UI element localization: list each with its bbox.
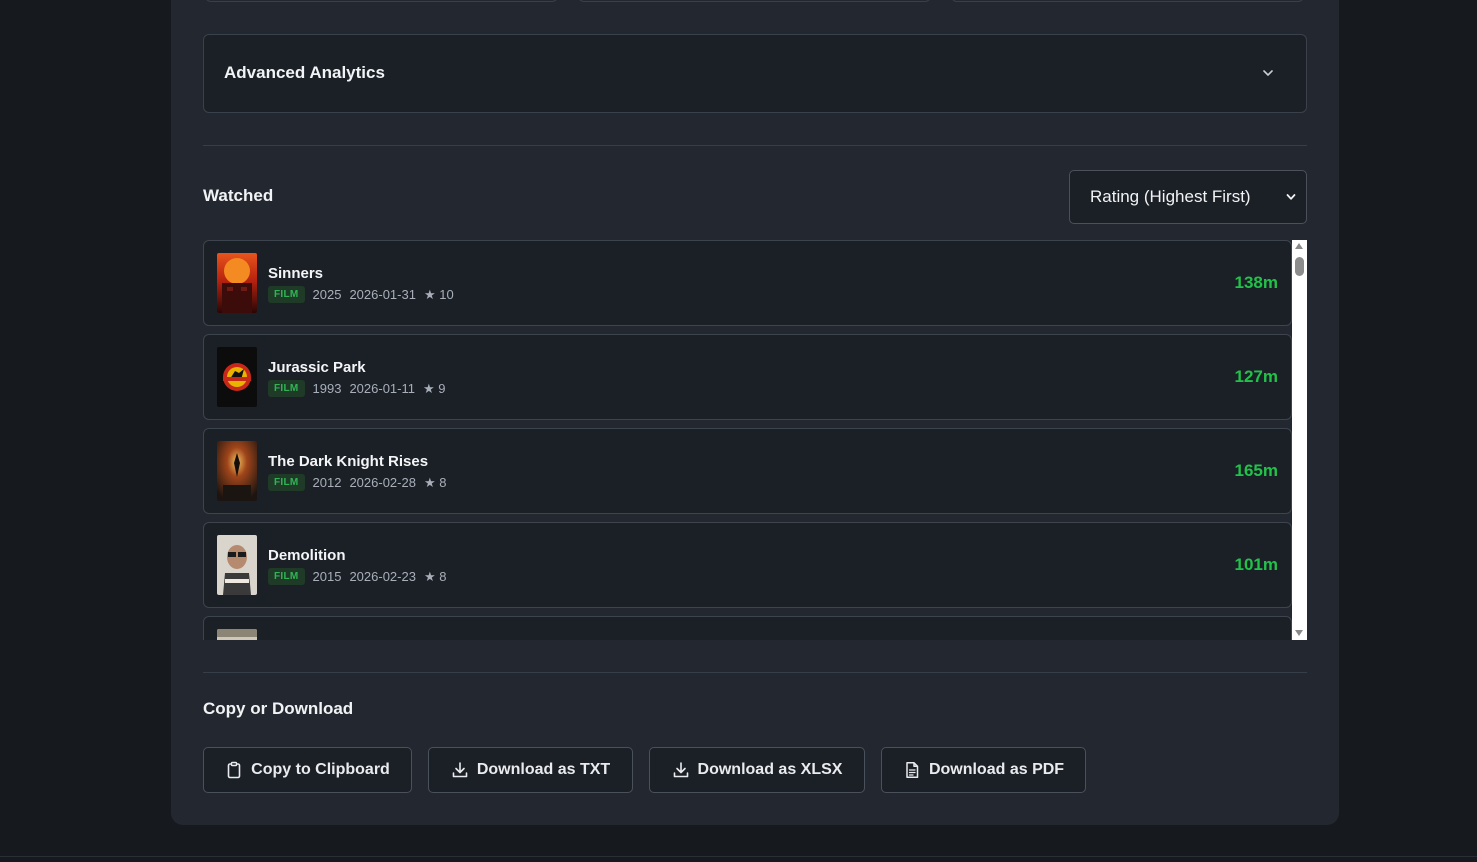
item-duration: 101m: [1234, 555, 1278, 574]
download-xlsx-label: Download as XLSX: [697, 761, 843, 778]
poster-image-demolition: [217, 535, 257, 595]
list-scrollbar[interactable]: [1292, 240, 1307, 640]
type-badge: FILM: [268, 568, 305, 585]
item-duration: 165m: [1234, 461, 1278, 480]
item-title: Demolition: [268, 547, 346, 564]
star-icon: ★: [423, 380, 435, 396]
poster-image: [217, 629, 257, 640]
star-icon: ★: [423, 568, 436, 584]
item-meta: FILM 2025 2026-01-31 ★ 10: [268, 286, 454, 303]
poster-image-sinners: [217, 253, 257, 313]
advanced-analytics-title: Advanced Analytics: [224, 63, 385, 82]
download-icon: [452, 762, 468, 778]
list-item[interactable]: Sinners FILM 2025 2026-01-31 ★ 10 138m: [203, 240, 1292, 326]
item-year: 1993: [312, 381, 342, 396]
top-card-3-edge: [951, 0, 1304, 2]
rating-value: 9: [438, 380, 446, 396]
document-icon: [906, 762, 919, 778]
item-date: 2026-02-23: [349, 569, 416, 584]
star-icon: ★: [423, 286, 436, 302]
download-icon: [673, 762, 688, 778]
item-meta: FILM 1993 2026-01-11 ★ 9: [268, 380, 446, 397]
download-xlsx-button[interactable]: Download as XLSX: [649, 747, 865, 793]
sort-select-value: Rating (Highest First): [1090, 187, 1251, 206]
scroll-up-arrow-icon[interactable]: [1295, 243, 1303, 249]
item-rating: ★ 8: [424, 475, 447, 491]
list-item[interactable]: The Dark Knight Rises FILM 2012 2026-02-…: [203, 428, 1292, 514]
clipboard-icon: [227, 761, 241, 779]
rating-value: 8: [439, 568, 447, 584]
item-date: 2026-01-31: [349, 287, 416, 302]
chevron-down-icon: [1286, 194, 1296, 200]
item-meta: FILM 2015 2026-02-23 ★ 8: [268, 568, 446, 585]
type-badge: FILM: [268, 474, 305, 491]
chevron-down-icon[interactable]: [1260, 65, 1276, 81]
type-badge: FILM: [268, 380, 305, 397]
rating-value: 8: [439, 474, 447, 490]
item-rating: ★ 8: [424, 569, 447, 585]
copy-download-heading: Copy or Download: [203, 699, 354, 718]
item-title: Jurassic Park: [268, 359, 366, 376]
item-year: 2015: [312, 569, 342, 584]
list-item[interactable]: Jurassic Park FILM 1993 2026-01-11 ★ 9 1…: [203, 334, 1292, 420]
download-txt-label: Download as TXT: [476, 761, 611, 778]
poster-image-dark-knight-rises: [217, 441, 257, 501]
item-meta: FILM 2012 2026-02-28 ★ 8: [268, 474, 446, 491]
item-year: 2012: [312, 475, 342, 490]
scrollbar-thumb[interactable]: [1295, 257, 1304, 276]
type-badge: FILM: [268, 286, 305, 303]
item-rating: ★ 10: [424, 287, 454, 303]
item-rating: ★ 9: [423, 381, 446, 397]
section-divider: [203, 145, 1307, 146]
star-icon: ★: [423, 474, 436, 490]
download-txt-button[interactable]: Download as TXT: [428, 747, 633, 793]
advanced-analytics-accordion[interactable]: Advanced Analytics: [203, 34, 1307, 113]
sort-select[interactable]: Rating (Highest First): [1069, 170, 1307, 224]
download-pdf-button[interactable]: Download as PDF: [881, 747, 1086, 793]
top-card-2-edge: [578, 0, 931, 2]
item-date: 2026-01-11: [349, 381, 415, 396]
watched-heading: Watched: [203, 186, 274, 205]
item-year: 2025: [312, 287, 342, 302]
item-duration: 138m: [1234, 273, 1278, 292]
top-card-1-edge: [205, 0, 558, 2]
watched-list[interactable]: Sinners FILM 2025 2026-01-31 ★ 10 138m J…: [203, 240, 1293, 640]
item-date: 2026-02-28: [349, 475, 416, 490]
list-item[interactable]: [203, 616, 1292, 640]
item-title: The Dark Knight Rises: [268, 453, 429, 470]
download-pdf-label: Download as PDF: [928, 761, 1065, 778]
copy-to-clipboard-button[interactable]: Copy to Clipboard: [203, 747, 412, 793]
rating-value: 10: [439, 286, 454, 302]
item-duration: 127m: [1234, 367, 1278, 386]
section-divider: [203, 672, 1307, 673]
item-title: Sinners: [268, 265, 324, 282]
page-bottom-border: [0, 856, 1477, 857]
list-item[interactable]: Demolition FILM 2015 2026-02-23 ★ 8 101m: [203, 522, 1292, 608]
copy-to-clipboard-label: Copy to Clipboard: [251, 761, 390, 778]
scroll-down-arrow-icon[interactable]: [1295, 630, 1303, 636]
poster-image-jurassic-park: [217, 347, 257, 407]
